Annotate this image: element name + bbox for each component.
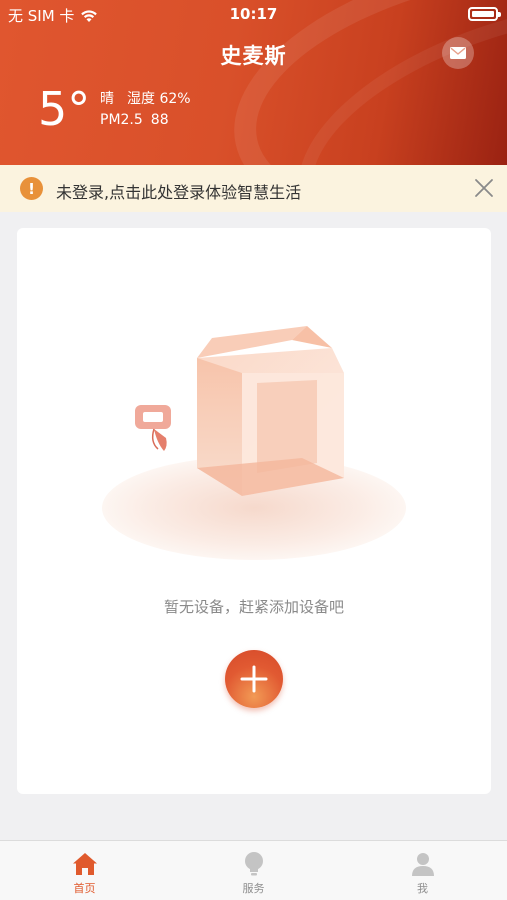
header: 无 SIM 卡 10:17 史麦斯 5° 晴 湿度 62% PM2.5 88 [0, 0, 507, 165]
humidity-value: 62% [159, 91, 191, 107]
status-time: 10:17 [229, 5, 278, 23]
person-icon [411, 853, 434, 876]
pm25-label: PM2.5 [100, 112, 143, 128]
warning-icon: ! [20, 177, 43, 200]
close-icon[interactable] [473, 177, 495, 199]
message-button[interactable] [442, 37, 474, 69]
temperature: 5° [38, 82, 91, 136]
empty-state-text: 暂无设备，赶紧添加设备吧 [163, 598, 344, 616]
lightbulb-icon [244, 852, 263, 876]
plus-icon [240, 665, 268, 693]
pm25-value: 88 [150, 112, 169, 128]
humidity-label: 湿度 [127, 91, 155, 107]
tab-services[interactable]: 服务 [169, 841, 338, 900]
tab-label: 首页 [73, 882, 96, 895]
device-card: 暂无设备，赶紧添加设备吧 [17, 228, 491, 794]
add-device-button[interactable] [225, 650, 283, 708]
empty-box-illustration [102, 326, 406, 560]
status-bar: 无 SIM 卡 10:17 [0, 0, 507, 28]
login-prompt-text[interactable]: 未登录,点击此处登录体验智慧生活 [56, 179, 301, 203]
weather-info: 晴 湿度 62% [100, 88, 191, 108]
home-icon [72, 853, 97, 875]
page-title: 史麦斯 [220, 44, 287, 68]
air-quality: PM2.5 88 [100, 112, 169, 128]
login-banner[interactable]: ! 未登录,点击此处登录体验智慧生活 [0, 165, 507, 212]
tab-bar: 首页 服务 我 [0, 840, 507, 900]
weather-condition: 晴 [100, 91, 114, 107]
battery-icon [468, 7, 501, 21]
humidity: 湿度 62% [127, 88, 191, 108]
tab-home[interactable]: 首页 [0, 841, 169, 900]
tab-label: 我 [417, 882, 428, 895]
tab-label: 服务 [242, 882, 265, 895]
mail-icon [450, 47, 466, 59]
tab-me[interactable]: 我 [338, 841, 507, 900]
